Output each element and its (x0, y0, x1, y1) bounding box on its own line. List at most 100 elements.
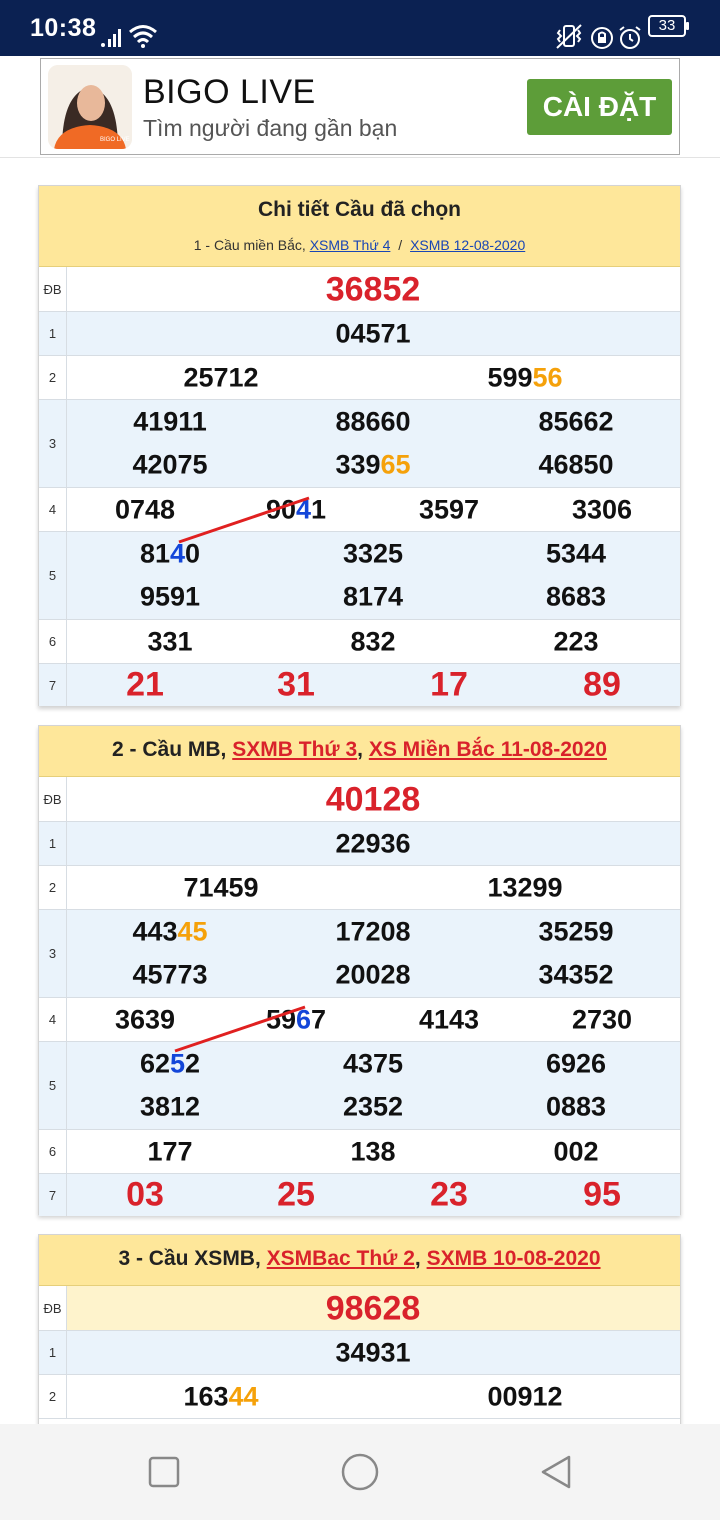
prize-5d: 3812 (139, 1091, 201, 1122)
prize-3f: 46850 (538, 449, 614, 480)
prize-4c: 4143 (418, 1004, 480, 1035)
result-panel-3: 3 - Cầu XSMB, XSMBac Thứ 2, SXMB 10-08-2… (38, 1234, 681, 1434)
alarm-icon (619, 26, 641, 49)
prize-7c: 17 (430, 665, 468, 704)
row-4: 4 0748 9041 3597 3306 (39, 488, 680, 532)
prize-1: 34931 (335, 1337, 411, 1368)
prize-3d: 45773 (132, 959, 208, 990)
row-3: 3 41911 88660 85662 42075 33965 46850 (39, 400, 680, 488)
separator: / (398, 237, 403, 253)
recent-apps-icon[interactable] (148, 1456, 180, 1488)
prize-4b: 9041 (265, 494, 327, 525)
prize-3e: 33965 (335, 449, 411, 480)
row-label: 3 (39, 910, 67, 997)
row-label: 2 (39, 356, 67, 399)
prize-6a: 177 (147, 1136, 193, 1167)
back-icon[interactable] (538, 1454, 574, 1490)
prize-6b: 832 (350, 626, 396, 657)
ad-title[interactable]: BIGO LIVE (143, 73, 316, 112)
row-label: 7 (39, 1174, 67, 1216)
status-bar: 10:38 33 (0, 0, 720, 56)
prize-7a: 21 (126, 665, 164, 704)
prize-6b: 138 (350, 1136, 396, 1167)
row-1: 1 22936 (39, 822, 680, 866)
highlight-digit: 5 (169, 1048, 186, 1079)
prize-5e: 2352 (342, 1091, 404, 1122)
prize-2a: 16344 (183, 1381, 259, 1412)
link-xsmbac-thu-2[interactable]: XSMBac Thứ 2 (267, 1247, 415, 1270)
row-6: 6 177 138 002 (39, 1130, 680, 1174)
ad-box[interactable]: BIGO LIVE BIGO LIVE Tìm người đang gần b… (40, 58, 680, 155)
prize-5f: 8683 (545, 581, 607, 612)
prize-7b: 31 (277, 665, 315, 704)
row-label: 2 (39, 1375, 67, 1418)
panel-3-title: 3 - Cầu XSMB, XSMBac Thứ 2, SXMB 10-08-2… (39, 1247, 680, 1271)
row-db: ĐB 36852 (39, 267, 680, 312)
separator: , (357, 738, 363, 761)
row-label: 2 (39, 866, 67, 909)
row-7: 7 03 25 23 95 (39, 1174, 680, 1216)
prize-5b: 4375 (342, 1048, 404, 1079)
prize-5a: 6252 (139, 1048, 201, 1079)
home-icon[interactable] (340, 1452, 380, 1492)
prize-4d: 3306 (571, 494, 633, 525)
result-panel-2: 2 - Cầu MB, SXMB Thứ 3, XS Miền Bắc 11-0… (38, 725, 681, 1216)
row-label: 5 (39, 532, 67, 619)
prize-7d: 89 (583, 665, 621, 704)
highlight-digits: 56 (532, 362, 563, 393)
prize-2b: 59956 (487, 362, 563, 393)
row-4: 4 3639 5967 4143 2730 (39, 998, 680, 1042)
prize-7c: 23 (430, 1175, 468, 1214)
row-label: 4 (39, 488, 67, 531)
prize-5a: 8140 (139, 538, 201, 569)
prize-3a: 44345 (132, 916, 208, 947)
link-sxmb-10-08-2020[interactable]: SXMB 10-08-2020 (427, 1247, 601, 1270)
install-button[interactable]: CÀI ĐẶT (527, 79, 672, 135)
panel-3-header: 3 - Cầu XSMB, XSMBac Thứ 2, SXMB 10-08-2… (39, 1235, 680, 1286)
prize-3f: 34352 (538, 959, 614, 990)
row-db: ĐB 98628 (39, 1286, 680, 1331)
row-db: ĐB 40128 (39, 777, 680, 822)
highlight-digits: 45 (177, 916, 208, 947)
link-xsmb-12-08-2020[interactable]: XSMB 12-08-2020 (410, 237, 525, 253)
prize-2a: 25712 (183, 362, 259, 393)
prize-4a: 3639 (114, 1004, 176, 1035)
bigo-live-app-icon[interactable]: BIGO LIVE (48, 65, 132, 149)
prize-5e: 8174 (342, 581, 404, 612)
row-label: 6 (39, 1130, 67, 1173)
prize-3b: 88660 (335, 406, 411, 437)
result-panel-1: Chi tiết Cầu đã chọn 1 - Cầu miền Bắc, X… (38, 185, 681, 706)
prize-7b: 25 (277, 1175, 315, 1214)
link-xsmb-thu-4[interactable]: XSMB Thứ 4 (310, 237, 391, 253)
prize-3c: 35259 (538, 916, 614, 947)
row-1: 1 34931 (39, 1331, 680, 1375)
prize-1: 22936 (335, 828, 411, 859)
link-sxmb-thu-3[interactable]: SXMB Thứ 3 (232, 738, 357, 761)
rotation-lock-icon (591, 27, 613, 49)
ad-banner[interactable]: BIGO LIVE BIGO LIVE Tìm người đang gần b… (0, 56, 720, 158)
row-label: 1 (39, 1331, 67, 1374)
ad-subtitle[interactable]: Tìm người đang gần bạn (143, 115, 397, 142)
prize-5b: 3325 (342, 538, 404, 569)
panel-1-header: Chi tiết Cầu đã chọn 1 - Cầu miền Bắc, X… (39, 186, 680, 267)
highlight-digit: 4 (295, 494, 312, 525)
row-label: 1 (39, 822, 67, 865)
panel-1-prefix: 1 - Cầu miền Bắc, (193, 237, 306, 253)
row-label: 1 (39, 312, 67, 355)
prize-7d: 95 (583, 1175, 621, 1214)
prize-3e: 20028 (335, 959, 411, 990)
panel-2-title: 2 - Cầu MB, SXMB Thứ 3, XS Miền Bắc 11-0… (39, 738, 680, 762)
prize-5d: 9591 (139, 581, 201, 612)
prize-3c: 85662 (538, 406, 614, 437)
panel-2-header: 2 - Cầu MB, SXMB Thứ 3, XS Miền Bắc 11-0… (39, 726, 680, 777)
prize-db: 40128 (325, 780, 421, 819)
prize-5c: 6926 (545, 1048, 607, 1079)
signal-icon (101, 29, 121, 47)
row-label: ĐB (39, 1286, 67, 1330)
link-xs-mien-bac-11-08-2020[interactable]: XS Miền Bắc 11-08-2020 (369, 738, 607, 761)
panel-1-title: Chi tiết Cầu đã chọn (257, 198, 461, 221)
panel-2-prefix: 2 - Cầu MB, (112, 738, 227, 761)
status-time: 10:38 (30, 14, 97, 42)
row-label: 5 (39, 1042, 67, 1129)
separator: , (414, 1247, 421, 1270)
